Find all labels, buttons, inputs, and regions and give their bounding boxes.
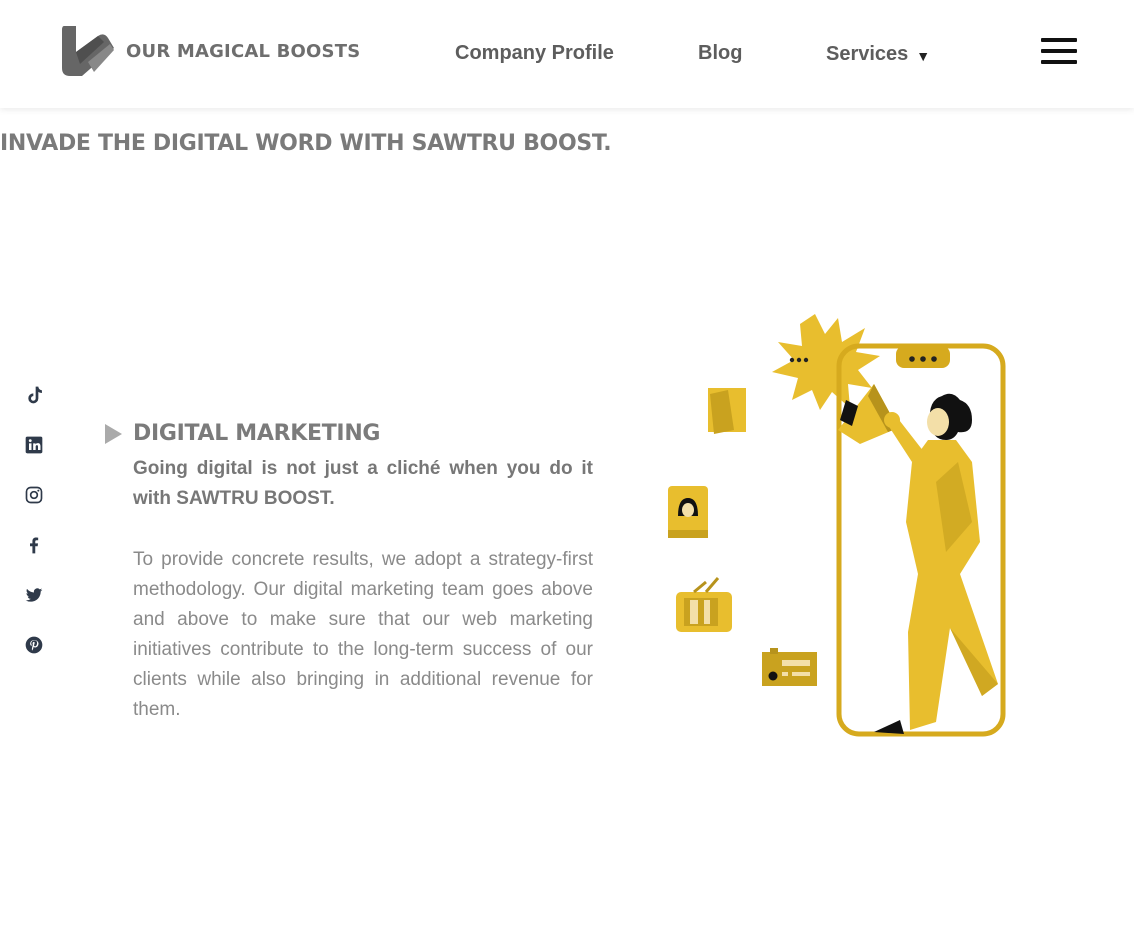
social-links	[22, 383, 46, 683]
television-icon	[676, 577, 732, 632]
document-icon	[708, 388, 746, 434]
nav-services-dropdown[interactable]: Services ▼	[826, 43, 930, 66]
section-heading: DIGITAL MARKETING	[105, 421, 381, 446]
nav-services-label: Services	[826, 43, 909, 65]
nav-blog[interactable]: Blog	[698, 42, 742, 65]
facebook-icon[interactable]	[22, 533, 46, 557]
instagram-icon[interactable]	[22, 483, 46, 507]
section-title: DIGITAL MARKETING	[133, 421, 381, 446]
nav-company-profile[interactable]: Company Profile	[455, 42, 614, 65]
profile-card-icon	[668, 486, 708, 538]
speech-burst-icon	[772, 314, 880, 410]
twitter-icon[interactable]	[22, 583, 46, 607]
chevron-down-icon: ▼	[916, 48, 931, 64]
radio-icon	[762, 648, 817, 686]
play-triangle-icon	[105, 423, 122, 444]
marketing-illustration	[668, 314, 1006, 737]
tiktok-icon[interactable]	[22, 383, 46, 407]
section-lead-text: Going digital is not just a cliché when …	[133, 458, 593, 509]
site-header: OUR MAGICAL BOOSTS Company Profile Blog …	[0, 0, 1134, 108]
linkedin-icon[interactable]	[22, 433, 46, 457]
logo-link[interactable]: OUR MAGICAL BOOSTS	[58, 22, 360, 80]
pinterest-icon[interactable]	[22, 633, 46, 657]
marquee-banner: INVADE THE DIGITAL WORD WITH SAWTRU BOOS…	[0, 131, 612, 156]
brand-name: OUR MAGICAL BOOSTS	[126, 40, 361, 62]
section-body-text: To provide concrete results, we adopt a …	[133, 549, 593, 720]
hamburger-menu-icon[interactable]	[1041, 38, 1077, 66]
brand-logo-icon	[62, 26, 114, 76]
